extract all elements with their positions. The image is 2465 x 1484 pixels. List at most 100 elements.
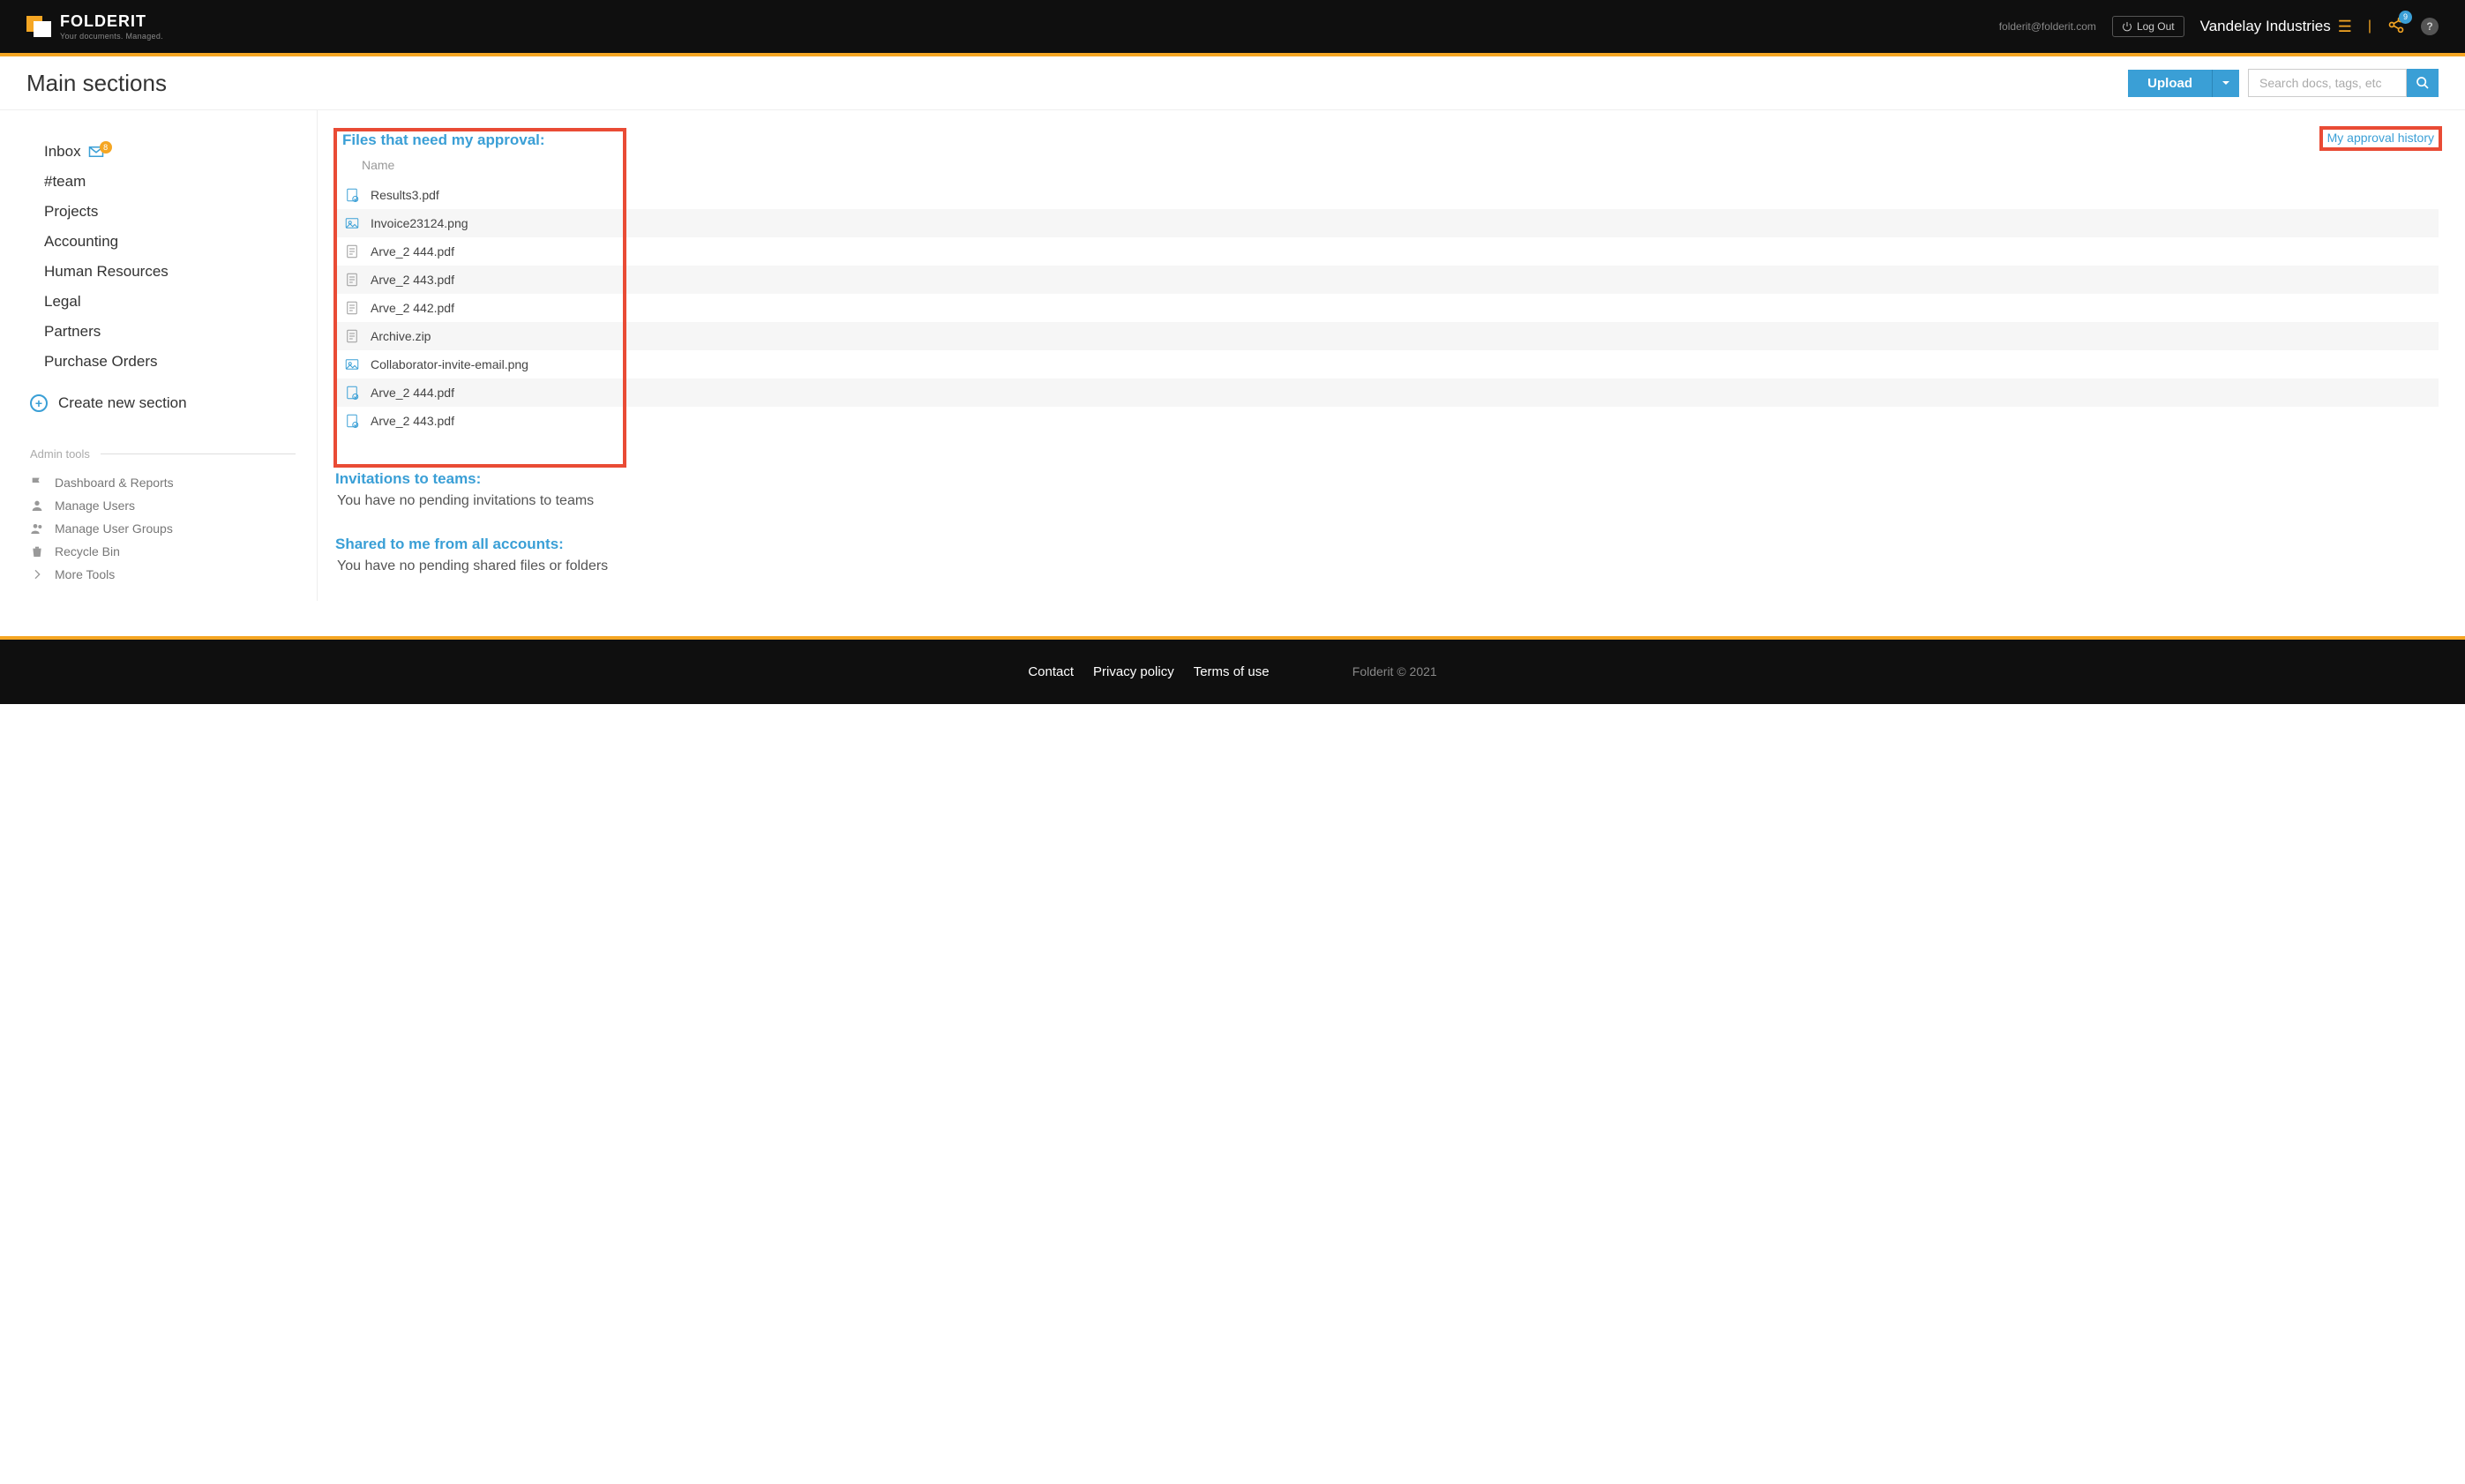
share-badge: 9 bbox=[2399, 11, 2412, 24]
search-icon bbox=[2416, 76, 2430, 90]
invitations-empty: You have no pending invitations to teams bbox=[335, 488, 2439, 509]
file-name: Invoice23124.png bbox=[371, 216, 468, 230]
file-row[interactable]: Arve_2 442.pdf bbox=[335, 294, 2439, 322]
create-section-label: Create new section bbox=[58, 394, 187, 412]
admin-item-recycle-bin[interactable]: Recycle Bin bbox=[26, 540, 299, 563]
sidebar-item-accounting[interactable]: Accounting bbox=[26, 227, 299, 257]
brand-text: FOLDERIT bbox=[60, 12, 163, 31]
file-row[interactable]: Arve_2 444.pdf bbox=[335, 378, 2439, 407]
help-button[interactable]: ? bbox=[2421, 18, 2439, 35]
file-row[interactable]: Arve_2 444.pdf bbox=[335, 237, 2439, 266]
divider: | bbox=[2368, 19, 2371, 34]
sidebar-item-label: Purchase Orders bbox=[44, 353, 158, 371]
user-email: folderit@folderit.com bbox=[1999, 20, 2096, 33]
plus-circle-icon: + bbox=[30, 394, 48, 412]
file-row[interactable]: Arve_2 443.pdf bbox=[335, 407, 2439, 435]
approval-history-link[interactable]: My approval history bbox=[2327, 131, 2434, 145]
footer-link-contact[interactable]: Contact bbox=[1028, 664, 1074, 679]
admin-item-more-tools[interactable]: More Tools bbox=[26, 563, 299, 586]
sidebar-item-legal[interactable]: Legal bbox=[26, 287, 299, 317]
file-name: Arve_2 444.pdf bbox=[371, 244, 454, 259]
upload-button[interactable]: Upload bbox=[2128, 70, 2212, 97]
document-icon bbox=[344, 300, 360, 316]
upload-dropdown[interactable] bbox=[2212, 70, 2239, 97]
admin-tools-heading: Admin tools bbox=[30, 447, 296, 461]
top-header: FOLDERIT Your documents. Managed. folder… bbox=[0, 0, 2465, 53]
image-icon bbox=[344, 215, 360, 231]
sidebar-item-label: Accounting bbox=[44, 233, 118, 251]
document-icon bbox=[344, 244, 360, 259]
sidebar-item-label: Projects bbox=[44, 203, 98, 221]
file-row[interactable]: Invoice23124.png bbox=[335, 209, 2439, 237]
document-icon bbox=[344, 187, 360, 203]
logout-button[interactable]: Log Out bbox=[2112, 16, 2184, 37]
company-name: Vandelay Industries bbox=[2200, 18, 2331, 35]
admin-item-manage-users[interactable]: Manage Users bbox=[26, 494, 299, 517]
file-name: Results3.pdf bbox=[371, 188, 439, 202]
sidebar-item-label: #team bbox=[44, 173, 86, 191]
file-row[interactable]: Results3.pdf bbox=[335, 181, 2439, 209]
footer-copyright: Folderit © 2021 bbox=[1352, 664, 1437, 678]
shared-title: Shared to me from all accounts: bbox=[335, 536, 2439, 553]
image-icon bbox=[344, 356, 360, 372]
admin-item-label: Dashboard & Reports bbox=[55, 476, 174, 490]
users-icon bbox=[30, 521, 44, 536]
logo[interactable]: FOLDERIT Your documents. Managed. bbox=[26, 12, 163, 41]
main-content: My approval history Files that need my a… bbox=[318, 110, 2439, 601]
file-name: Arve_2 443.pdf bbox=[371, 273, 454, 287]
file-name: Arve_2 442.pdf bbox=[371, 301, 454, 315]
file-row[interactable]: Arve_2 443.pdf bbox=[335, 266, 2439, 294]
sidebar-item-inbox[interactable]: Inbox 8 bbox=[26, 137, 299, 167]
admin-item-dashboard---reports[interactable]: Dashboard & Reports bbox=[26, 471, 299, 494]
mail-icon: 8 bbox=[88, 146, 104, 158]
document-icon bbox=[344, 272, 360, 288]
inbox-badge: 8 bbox=[100, 141, 112, 154]
folder-logo-icon bbox=[26, 16, 51, 37]
caret-down-icon bbox=[2221, 79, 2230, 87]
share-button[interactable]: 9 bbox=[2387, 16, 2405, 38]
document-icon bbox=[344, 413, 360, 429]
brand-tagline: Your documents. Managed. bbox=[60, 32, 163, 41]
sidebar-item-team[interactable]: #team bbox=[26, 167, 299, 197]
invitations-section: Invitations to teams: You have no pendin… bbox=[335, 470, 2439, 509]
sidebar: Inbox 8 #team Projects Accounting Human Resou… bbox=[26, 110, 318, 601]
sidebar-item-label: Human Resources bbox=[44, 263, 169, 281]
upload-group: Upload bbox=[2128, 70, 2239, 97]
file-name: Collaborator-invite-email.png bbox=[371, 357, 528, 371]
invitations-title: Invitations to teams: bbox=[335, 470, 2439, 488]
shared-empty: You have no pending shared files or fold… bbox=[335, 553, 2439, 574]
approval-title: Files that need my approval: bbox=[342, 131, 2431, 149]
page-title: Main sections bbox=[26, 70, 167, 97]
footer-link-privacy-policy[interactable]: Privacy policy bbox=[1093, 664, 1174, 679]
file-row[interactable]: Collaborator-invite-email.png bbox=[335, 350, 2439, 378]
admin-item-label: Manage User Groups bbox=[55, 521, 173, 536]
document-icon bbox=[344, 328, 360, 344]
hamburger-icon: ☰ bbox=[2338, 18, 2352, 36]
sidebar-item-purchaseorders[interactable]: Purchase Orders bbox=[26, 347, 299, 377]
create-section-button[interactable]: + Create new section bbox=[30, 394, 296, 412]
file-name: Archive.zip bbox=[371, 329, 431, 343]
file-name: Arve_2 443.pdf bbox=[371, 414, 454, 428]
footer: Contact Privacy policy Terms of use Folder… bbox=[0, 640, 2465, 704]
power-icon bbox=[2122, 21, 2132, 32]
sidebar-item-label: Legal bbox=[44, 293, 81, 311]
admin-item-manage-user-groups[interactable]: Manage User Groups bbox=[26, 517, 299, 540]
title-row: Main sections Upload bbox=[0, 56, 2465, 110]
search-button[interactable] bbox=[2407, 69, 2439, 97]
search-input[interactable] bbox=[2248, 69, 2407, 97]
column-header-name: Name bbox=[335, 149, 2439, 181]
highlight-box-history: My approval history bbox=[2319, 126, 2442, 151]
file-name: Arve_2 444.pdf bbox=[371, 386, 454, 400]
document-icon bbox=[344, 385, 360, 401]
footer-link-terms-of-use[interactable]: Terms of use bbox=[1194, 664, 1270, 679]
user-icon bbox=[30, 498, 44, 513]
company-selector[interactable]: Vandelay Industries ☰ bbox=[2200, 18, 2352, 36]
sidebar-item-projects[interactable]: Projects bbox=[26, 197, 299, 227]
sidebar-item-label: Inbox bbox=[44, 143, 81, 161]
sidebar-item-partners[interactable]: Partners bbox=[26, 317, 299, 347]
file-row[interactable]: Archive.zip bbox=[335, 322, 2439, 350]
admin-item-label: More Tools bbox=[55, 567, 115, 581]
sidebar-item-humanresources[interactable]: Human Resources bbox=[26, 257, 299, 287]
sidebar-item-label: Partners bbox=[44, 323, 101, 341]
approval-section: My approval history Files that need my a… bbox=[335, 128, 2439, 435]
